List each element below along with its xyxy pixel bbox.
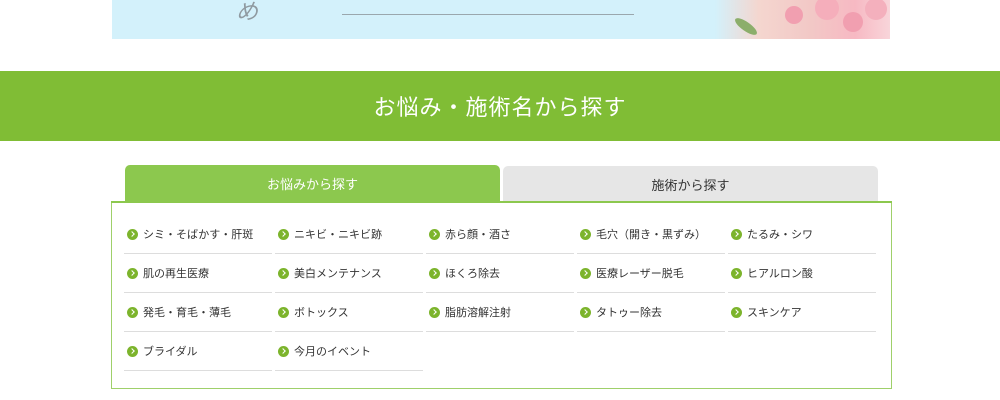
concern-link[interactable]: 肌の再生医療 <box>124 254 272 293</box>
chevron-right-circle-icon <box>278 345 289 357</box>
banner-decorative-text: め <box>236 0 259 25</box>
chevron-right-circle-icon <box>731 267 742 279</box>
concern-link[interactable]: ボトックス <box>275 293 423 332</box>
tab-treatments[interactable]: 施術から探す <box>503 166 878 202</box>
concerns-panel: シミ・そばかす・肝斑 ニキビ・ニキビ跡 赤ら顔・酒さ 毛穴（開き・黒ずみ） たるみ・シワ… <box>111 203 892 389</box>
concern-link[interactable]: ヒアルロン酸 <box>728 254 876 293</box>
concern-label: ほくろ除去 <box>445 267 500 280</box>
flower-shape <box>865 0 887 20</box>
flower-shape <box>843 12 863 32</box>
concern-label: 発毛・育毛・薄毛 <box>143 306 231 319</box>
concern-label: スキンケア <box>747 306 802 319</box>
concern-link[interactable]: スキンケア <box>728 293 876 332</box>
concern-label: シミ・そばかす・肝斑 <box>143 228 254 241</box>
tab-concerns[interactable]: お悩みから探す <box>125 165 500 202</box>
concern-link[interactable]: シミ・そばかす・肝斑 <box>124 215 272 254</box>
chevron-right-circle-icon <box>580 306 591 318</box>
section-title: お悩み・施術名から探す <box>373 96 627 121</box>
chevron-right-circle-icon <box>580 267 591 279</box>
concern-link[interactable]: 脂肪溶解注射 <box>426 293 574 332</box>
chevron-right-circle-icon <box>278 306 289 318</box>
concern-label: ニキビ・ニキビ跡 <box>294 228 382 241</box>
hero-banner: め <box>112 0 890 39</box>
concern-label: ヒアルロン酸 <box>747 267 813 280</box>
concern-link[interactable]: 医療レーザー脱毛 <box>577 254 725 293</box>
banner-divider <box>342 14 634 15</box>
concern-label: ブライダル <box>143 345 198 358</box>
chevron-right-circle-icon <box>429 267 440 279</box>
concern-link[interactable]: 美白メンテナンス <box>275 254 423 293</box>
chevron-right-circle-icon <box>127 228 138 240</box>
section-header: お悩み・施術名から探す <box>0 71 1000 141</box>
concern-link[interactable]: 今月のイベント <box>275 332 423 371</box>
concern-label: たるみ・シワ <box>747 228 813 241</box>
concern-label: 毛穴（開き・黒ずみ） <box>596 228 706 241</box>
concern-link[interactable]: 発毛・育毛・薄毛 <box>124 293 272 332</box>
chevron-right-circle-icon <box>278 228 289 240</box>
search-tabs: お悩みから探す 施術から探す <box>125 165 878 203</box>
concern-link[interactable]: ニキビ・ニキビ跡 <box>275 215 423 254</box>
concern-label: 美白メンテナンス <box>294 267 382 280</box>
concern-label: 医療レーザー脱毛 <box>596 267 684 280</box>
concern-link[interactable]: タトゥー除去 <box>577 293 725 332</box>
concern-link[interactable]: 赤ら顔・酒さ <box>426 215 574 254</box>
flower-shape <box>785 6 803 24</box>
chevron-right-circle-icon <box>580 228 591 240</box>
concern-label: 脂肪溶解注射 <box>445 306 511 319</box>
chevron-right-circle-icon <box>429 228 440 240</box>
chevron-right-circle-icon <box>429 306 440 318</box>
chevron-right-circle-icon <box>127 267 138 279</box>
concerns-grid: シミ・そばかす・肝斑 ニキビ・ニキビ跡 赤ら顔・酒さ 毛穴（開き・黒ずみ） たるみ・シワ… <box>124 215 880 371</box>
concern-link[interactable]: ほくろ除去 <box>426 254 574 293</box>
concern-label: 赤ら顔・酒さ <box>445 228 511 241</box>
concern-link[interactable]: たるみ・シワ <box>728 215 876 254</box>
concern-label: 肌の再生医療 <box>143 267 209 280</box>
banner-flower-image <box>715 0 890 39</box>
concern-label: ボトックス <box>294 306 349 319</box>
concern-label: タトゥー除去 <box>596 306 662 319</box>
chevron-right-circle-icon <box>127 345 138 357</box>
chevron-right-circle-icon <box>731 306 742 318</box>
concern-label: 今月のイベント <box>294 345 371 358</box>
chevron-right-circle-icon <box>127 306 138 318</box>
concern-link[interactable]: 毛穴（開き・黒ずみ） <box>577 215 725 254</box>
chevron-right-circle-icon <box>731 228 742 240</box>
flower-shape <box>815 0 839 20</box>
chevron-right-circle-icon <box>278 267 289 279</box>
concern-link[interactable]: ブライダル <box>124 332 272 371</box>
leaf-shape <box>732 15 760 38</box>
